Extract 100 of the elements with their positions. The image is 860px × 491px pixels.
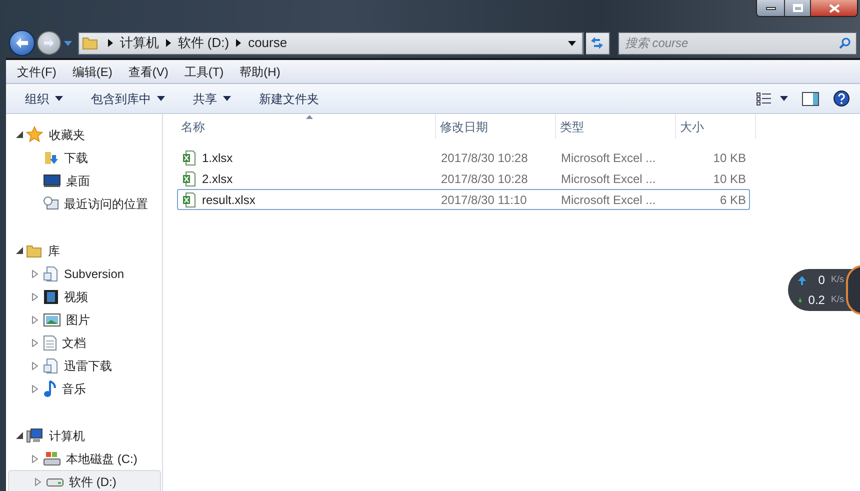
column-header[interactable]: 大小 — [676, 114, 756, 139]
desktop-icon — [43, 174, 61, 188]
sidebar-item[interactable]: Subversion — [6, 262, 161, 285]
sidebar-item[interactable]: 最近访问的位置 — [6, 192, 161, 215]
file-name: 1.xlsx — [202, 150, 233, 166]
caret-icon — [780, 96, 788, 101]
sidebar-item[interactable]: 图片 — [6, 308, 161, 331]
library-document-icon — [43, 358, 59, 374]
file-row[interactable]: 1.xlsx 2017/8/30 10:28 Microsoft Excel ... 10 KB — [177, 147, 750, 168]
close-button[interactable] — [811, 0, 857, 16]
upload-arrow-icon — [798, 276, 806, 284]
file-size: 10 KB — [712, 170, 746, 188]
back-button[interactable] — [9, 30, 35, 56]
preview-pane-icon — [802, 92, 819, 106]
toolbar-button[interactable]: 包含到库中 — [91, 90, 165, 108]
menu-item[interactable]: 查看(V) — [128, 62, 168, 80]
sidebar-group[interactable]: 收藏夹 — [49, 126, 85, 144]
breadcrumb-item[interactable]: 软件 (D:) — [178, 33, 230, 53]
folder-icon — [82, 35, 98, 51]
view-options-button[interactable] — [756, 92, 788, 106]
breadcrumb-arrow-icon — [236, 39, 242, 47]
breadcrumb-item[interactable]: course — [248, 33, 288, 53]
forward-arrow-icon — [42, 38, 55, 48]
menu-item[interactable]: 文件(F) — [17, 62, 56, 80]
film-icon — [43, 288, 59, 304]
toolbar-button[interactable]: 组织 — [25, 90, 63, 108]
refresh-button[interactable] — [586, 32, 610, 54]
spreadsheet-file-icon — [182, 192, 196, 208]
maximize-button[interactable] — [785, 0, 811, 16]
expand-arrow-icon[interactable] — [32, 316, 38, 324]
collapse-arrow-icon[interactable] — [16, 247, 23, 254]
minimize-icon — [766, 6, 776, 10]
caret-icon — [223, 96, 231, 101]
breadcrumb-arrow-icon — [166, 39, 171, 47]
sidebar-item[interactable]: 迅雷下载 — [6, 354, 161, 377]
file-row[interactable]: result.xlsx 2017/8/30 11:10 Microsoft Excel ... 6 KB — [177, 189, 750, 210]
computer-icon — [26, 428, 43, 444]
file-type: Microsoft Excel ... — [560, 192, 657, 208]
music-note-icon — [43, 380, 57, 398]
sidebar-item[interactable]: 软件 (D:) — [8, 470, 161, 491]
file-name: result.xlsx — [202, 192, 256, 208]
menu-item[interactable]: 帮助(H) — [240, 62, 280, 80]
minimize-button[interactable] — [757, 0, 785, 16]
sidebar-group[interactable]: 计算机 — [49, 426, 85, 444]
speed-unit: K/s — [830, 273, 844, 286]
expand-arrow-icon[interactable] — [35, 478, 41, 486]
collapse-arrow-icon[interactable] — [16, 432, 23, 439]
back-arrow-icon — [14, 37, 29, 49]
expand-arrow-icon[interactable] — [32, 292, 38, 300]
sidebar-item[interactable]: 文档 — [6, 331, 161, 354]
document-icon — [43, 334, 57, 350]
breadcrumb-item[interactable]: 计算机 — [120, 33, 159, 53]
sidebar-item[interactable]: 桌面 — [6, 169, 161, 192]
toolbar-button[interactable]: 共享 — [193, 90, 231, 108]
expand-arrow-icon[interactable] — [32, 362, 38, 370]
menu-item[interactable]: 编辑(E) — [72, 62, 112, 80]
download-arrow-icon — [798, 296, 802, 304]
sidebar-item[interactable]: 下载 — [6, 146, 161, 169]
file-row[interactable]: 2.xlsx 2017/8/30 10:28 Microsoft Excel ... 10 KB — [177, 168, 750, 189]
picture-icon — [43, 312, 61, 326]
history-dropdown-button[interactable] — [62, 38, 73, 48]
toolbar-button[interactable]: 新建文件夹 — [259, 90, 319, 108]
details-view-icon — [756, 92, 772, 106]
star-icon — [26, 126, 43, 143]
breadcrumb-arrow-icon — [108, 39, 113, 47]
speed-value: 0 — [818, 272, 825, 289]
maximize-icon — [792, 4, 802, 12]
expand-arrow-icon[interactable] — [32, 270, 38, 278]
column-header[interactable]: 修改日期 — [436, 114, 556, 139]
caret-icon — [64, 40, 72, 46]
speed-value: 0.2 — [808, 292, 825, 309]
forward-button[interactable] — [36, 31, 61, 55]
sidebar-item[interactable]: 本地磁盘 (C:) — [6, 447, 161, 470]
address-bar[interactable]: 计算机 软件 (D:) course — [78, 32, 584, 54]
download-folder-icon — [43, 150, 59, 166]
expand-arrow-icon[interactable] — [32, 454, 38, 462]
file-size: 10 KB — [712, 150, 746, 166]
caret-icon — [568, 40, 576, 46]
expand-arrow-icon[interactable] — [32, 338, 38, 346]
expand-arrow-icon[interactable] — [32, 384, 38, 392]
preview-pane-button[interactable] — [802, 92, 819, 106]
sidebar-item[interactable]: 音乐 — [6, 377, 161, 400]
menu-item[interactable]: 工具(T) — [184, 62, 224, 80]
drive-icon — [43, 450, 61, 466]
collapse-arrow-icon[interactable] — [16, 131, 23, 138]
column-header[interactable]: 类型 — [556, 114, 676, 139]
search-field[interactable]: 搜索 course — [618, 32, 857, 54]
search-icon — [839, 36, 851, 48]
modified-date: 2017/8/30 10:28 — [440, 150, 529, 166]
column-header[interactable]: 名称 — [177, 114, 436, 139]
refresh-icon — [590, 36, 604, 50]
sidebar-group[interactable]: 库 — [48, 242, 60, 260]
close-icon — [828, 4, 840, 12]
library-folder-icon — [26, 242, 42, 258]
drive-icon — [46, 476, 64, 488]
help-button[interactable] — [833, 90, 850, 107]
file-type: Microsoft Excel ... — [560, 150, 657, 166]
file-size: 6 KB — [718, 192, 746, 208]
sidebar-item[interactable]: 视频 — [6, 285, 161, 308]
help-icon — [833, 90, 850, 107]
